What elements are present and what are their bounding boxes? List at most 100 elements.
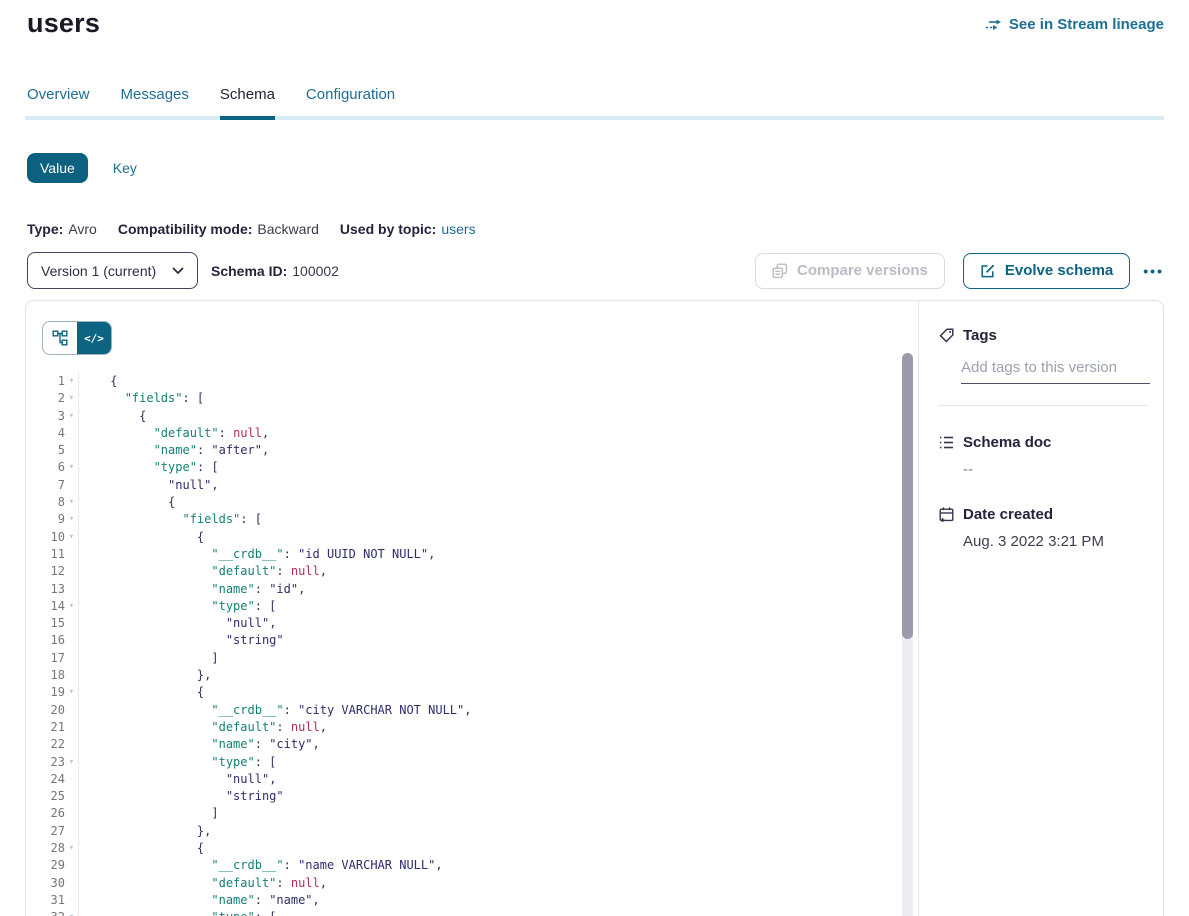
fold-spacer [65, 892, 78, 909]
code-line: 25 "string" [26, 788, 898, 805]
line-number: 24 [26, 771, 65, 788]
topic-link[interactable]: users [441, 221, 475, 237]
code-line: 18 }, [26, 667, 898, 684]
fold-toggle-icon[interactable]: ▾ [65, 754, 78, 771]
stream-lineage-icon [985, 17, 1002, 33]
fold-toggle-icon[interactable]: ▾ [65, 408, 78, 425]
line-number: 8 [26, 494, 65, 511]
fold-spacer [65, 546, 78, 563]
fold-spacer [65, 632, 78, 649]
tab-configuration[interactable]: Configuration [306, 86, 395, 116]
fold-toggle-icon[interactable]: ▾ [65, 840, 78, 857]
tab-schema[interactable]: Schema [220, 86, 275, 120]
compare-versions-label: Compare versions [797, 262, 928, 279]
code-view-button[interactable]: </> [77, 322, 111, 354]
add-tags-input[interactable] [961, 359, 1150, 384]
chevron-down-icon [172, 267, 184, 275]
code-text: { [78, 840, 204, 857]
version-select[interactable]: Version 1 (current) [27, 252, 198, 289]
code-line: 29 "__crdb__": "name VARCHAR NULL", [26, 857, 898, 874]
evolve-schema-button[interactable]: Evolve schema [963, 253, 1130, 289]
fold-toggle-icon[interactable]: ▾ [65, 684, 78, 701]
fold-toggle-icon[interactable]: ▾ [65, 909, 78, 916]
used-by-topic-label: Used by topic: [340, 221, 436, 237]
editor-view-toggle: </> [42, 321, 112, 355]
date-created-title: Date created [963, 506, 1053, 523]
line-number: 15 [26, 615, 65, 632]
tags-title: Tags [963, 327, 997, 344]
code-text: "fields": [ [78, 511, 262, 528]
tab-overview[interactable]: Overview [27, 86, 90, 116]
stream-lineage-label: See in Stream lineage [1009, 16, 1164, 33]
code-text: "name": "name", [78, 892, 320, 909]
editor-scrollbar-thumb[interactable] [902, 353, 913, 639]
schema-doc-value: -- [963, 461, 1147, 478]
key-toggle-button[interactable]: Key [113, 160, 137, 176]
more-actions-button[interactable]: ••• [1143, 263, 1164, 279]
code-line: 16 "string" [26, 632, 898, 649]
code-area: 1▾ {2▾ "fields": [3▾ {4 "default": null,… [26, 301, 898, 916]
fold-toggle-icon[interactable]: ▾ [65, 598, 78, 615]
line-number: 14 [26, 598, 65, 615]
fold-toggle-icon[interactable]: ▾ [65, 390, 78, 407]
stream-lineage-link[interactable]: See in Stream lineage [985, 16, 1164, 33]
date-created-value: Aug. 3 2022 3:21 PM [963, 533, 1147, 550]
code-line: 10▾ { [26, 529, 898, 546]
code-text: "default": null, [78, 719, 327, 736]
code-text: "default": null, [78, 875, 327, 892]
value-toggle-button[interactable]: Value [27, 153, 88, 183]
list-icon [938, 434, 955, 451]
fold-toggle-icon[interactable]: ▾ [65, 459, 78, 476]
code-text: { [78, 408, 146, 425]
code-line: 7 "null", [26, 477, 898, 494]
fold-spacer [65, 857, 78, 874]
code-line: 27 }, [26, 823, 898, 840]
code-text: { [78, 373, 117, 390]
code-text: "default": null, [78, 563, 327, 580]
line-number: 11 [26, 546, 65, 563]
fold-spacer [65, 615, 78, 632]
compare-versions-icon [772, 263, 788, 279]
code-text: { [78, 684, 204, 701]
schema-panel: </> 1▾ {2▾ "fields": [3▾ {4 "default": n… [25, 300, 1164, 916]
editor-scrollbar-track[interactable] [902, 353, 913, 916]
line-number: 28 [26, 840, 65, 857]
line-number: 16 [26, 632, 65, 649]
fold-toggle-icon[interactable]: ▾ [65, 373, 78, 390]
code-line: 26 ] [26, 805, 898, 822]
code-text: "__crdb__": "city VARCHAR NOT NULL", [78, 702, 471, 719]
line-number: 4 [26, 425, 65, 442]
fold-toggle-icon[interactable]: ▾ [65, 511, 78, 528]
code-line: 5 "name": "after", [26, 442, 898, 459]
code-line: 22 "name": "city", [26, 736, 898, 753]
line-number: 10 [26, 529, 65, 546]
code-lines: 1▾ {2▾ "fields": [3▾ {4 "default": null,… [26, 373, 898, 916]
line-number: 26 [26, 805, 65, 822]
schema-doc-header: Schema doc [938, 434, 1147, 451]
compare-versions-button[interactable]: Compare versions [755, 253, 945, 289]
code-line: 30 "default": null, [26, 875, 898, 892]
tree-view-icon [52, 330, 68, 346]
fold-spacer [65, 805, 78, 822]
edit-icon [980, 263, 996, 279]
line-number: 9 [26, 511, 65, 528]
line-number: 2 [26, 390, 65, 407]
fold-spacer [65, 650, 78, 667]
code-text: "type": [ [78, 754, 276, 771]
evolve-schema-label: Evolve schema [1005, 262, 1113, 279]
code-text: "default": null, [78, 425, 269, 442]
code-line: 8▾ { [26, 494, 898, 511]
schema-meta: Type: Avro Compatibility mode: Backward … [27, 221, 476, 237]
code-line: 13 "name": "id", [26, 581, 898, 598]
schema-editor: </> 1▾ {2▾ "fields": [3▾ {4 "default": n… [26, 301, 918, 916]
code-line: 4 "default": null, [26, 425, 898, 442]
fold-toggle-icon[interactable]: ▾ [65, 494, 78, 511]
code-text: "type": [ [78, 909, 276, 916]
code-text: "string" [78, 632, 284, 649]
fold-toggle-icon[interactable]: ▾ [65, 529, 78, 546]
tab-messages[interactable]: Messages [121, 86, 189, 116]
calendar-plus-icon [938, 506, 955, 523]
schema-id-value: 100002 [292, 263, 339, 279]
tree-view-button[interactable] [43, 322, 77, 354]
code-text: "null", [78, 615, 276, 632]
